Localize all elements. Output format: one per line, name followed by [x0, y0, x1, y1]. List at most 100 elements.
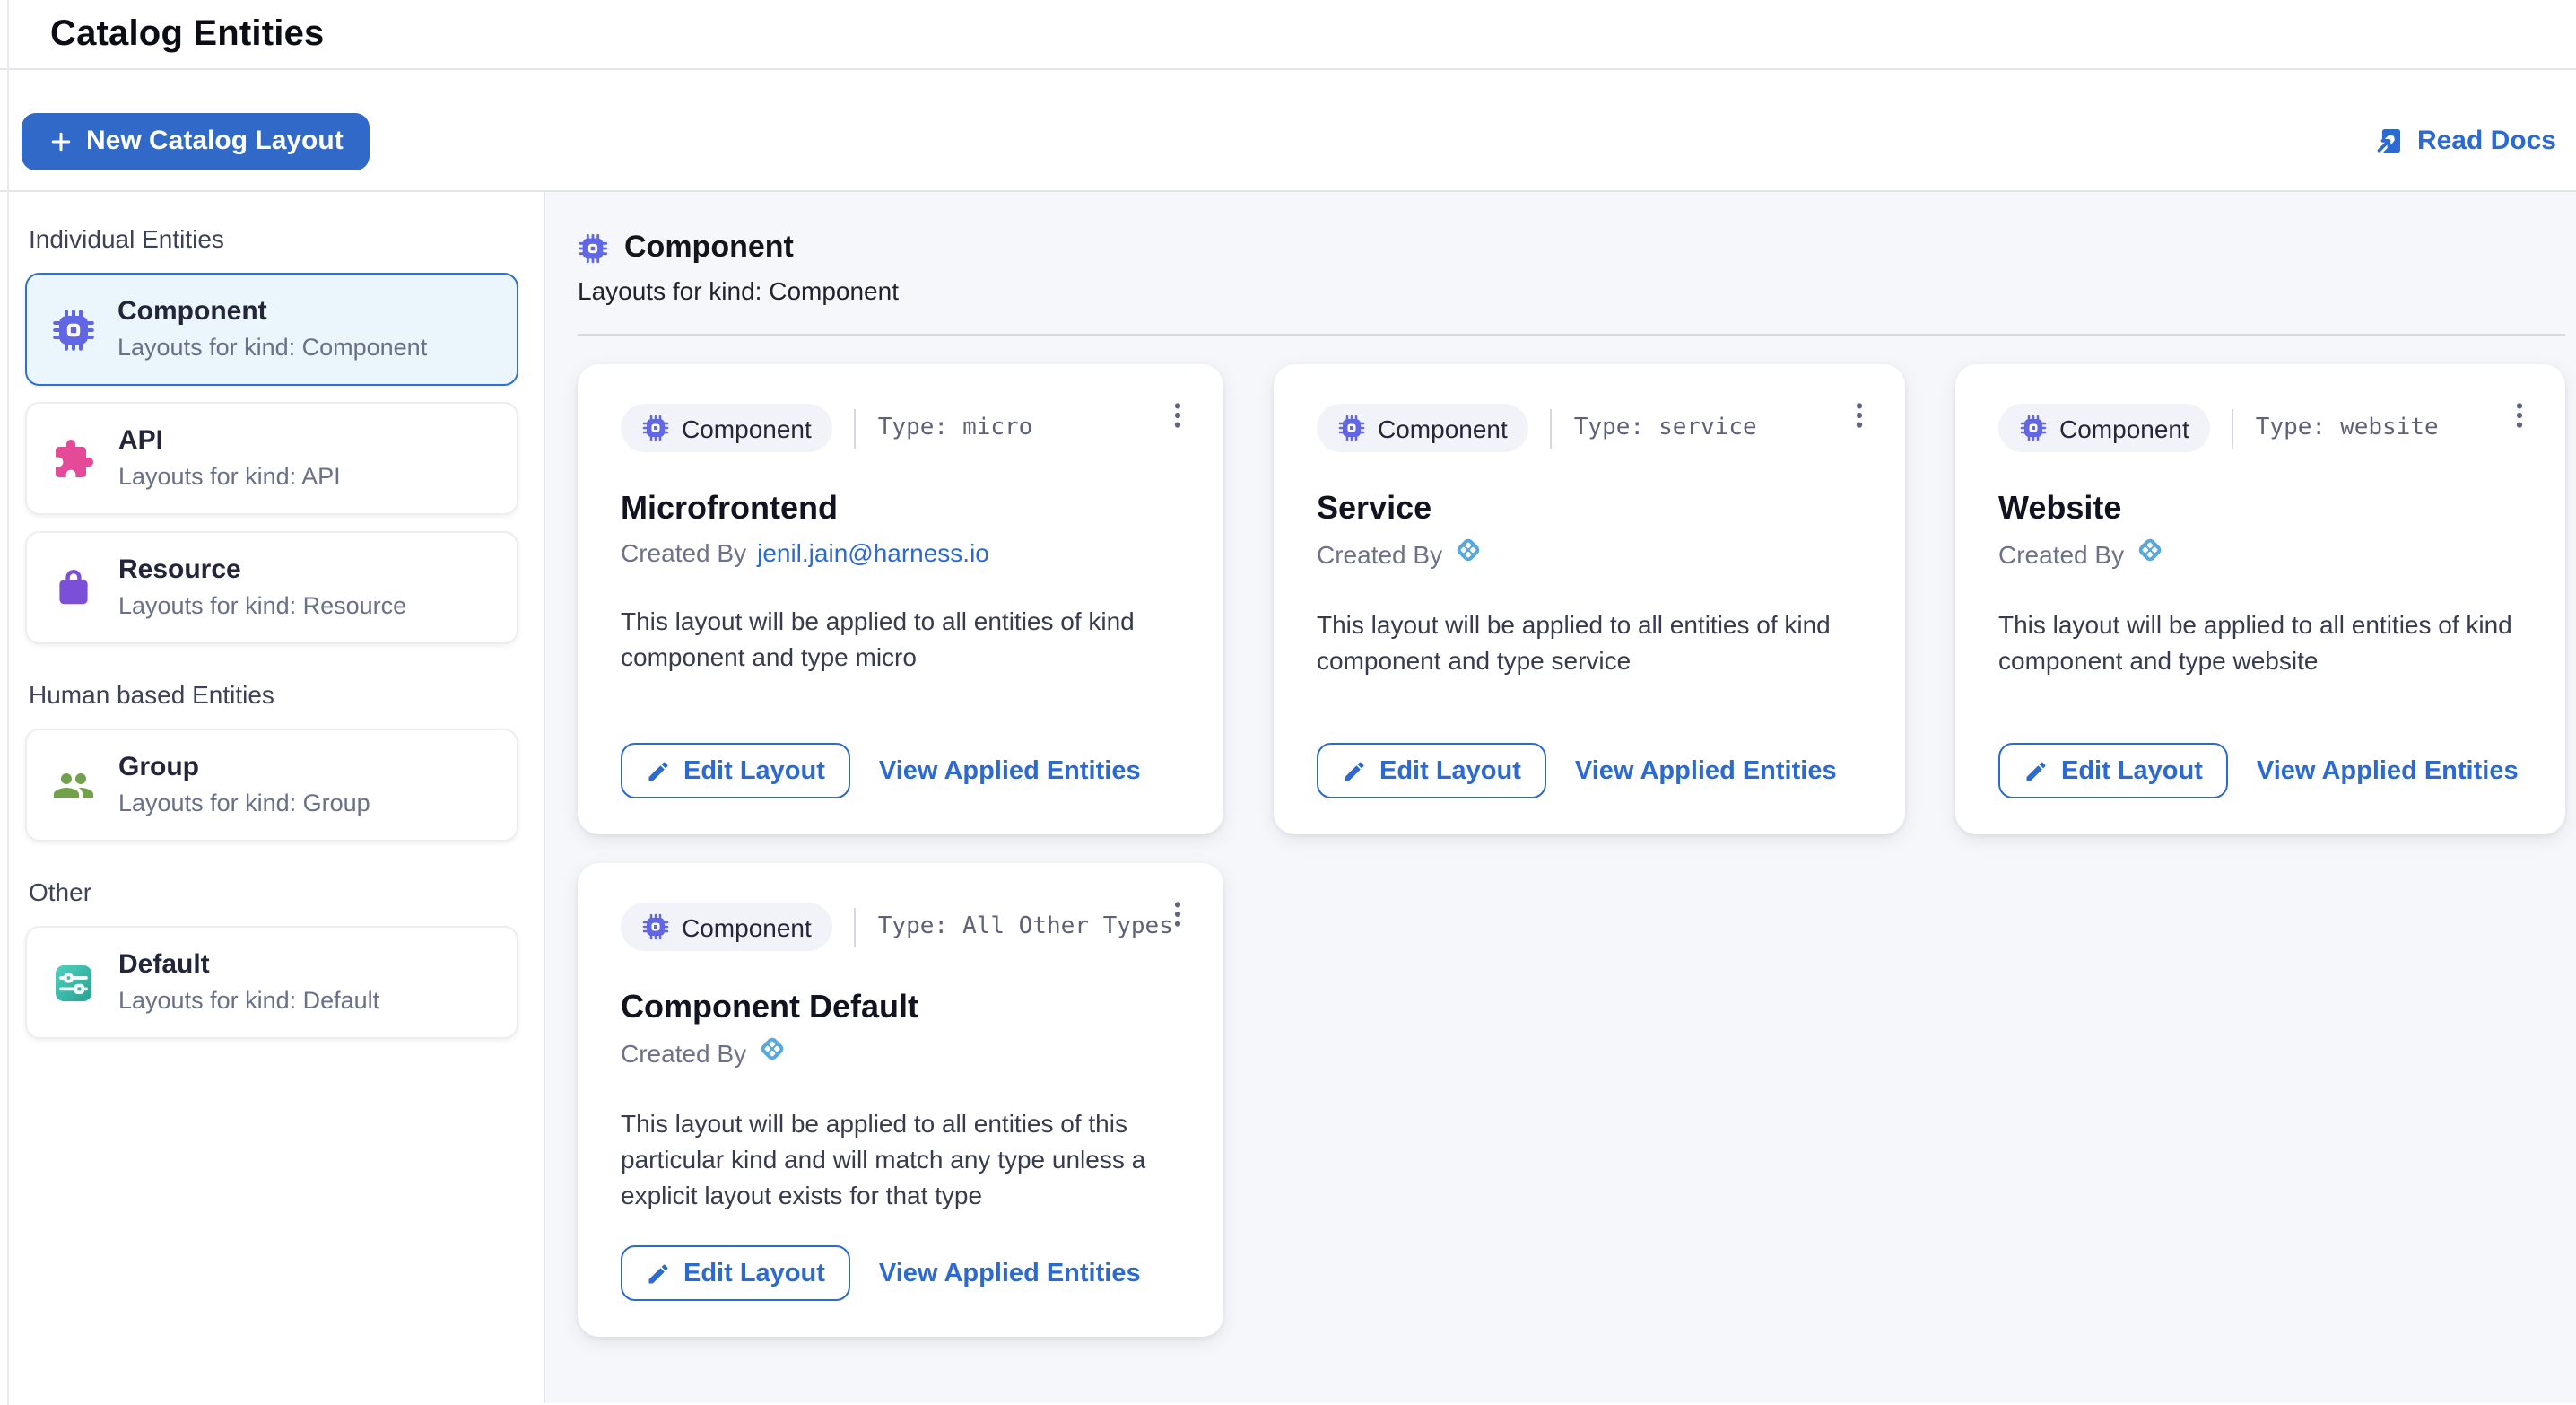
pencil-icon — [646, 1261, 671, 1286]
creator-slot — [1453, 535, 1484, 574]
main-content: Component Layouts for kind: Component Co… — [545, 192, 2576, 1403]
card-badge-row: Component Type: website — [1998, 404, 2522, 452]
creator-slot — [757, 1034, 788, 1073]
sidebar-item-resource[interactable]: Resource Layouts for kind: Resource — [25, 531, 518, 644]
type-label: Type: — [878, 415, 948, 441]
card-actions: Edit Layout View Applied Entities — [1998, 711, 2522, 798]
sidebar-section-label-individual-entities: Individual Entities — [29, 224, 515, 255]
card-badge-row: Component Type: All Other Types — [621, 903, 1180, 951]
card-menu-button[interactable] — [2497, 389, 2540, 440]
card-description: This layout will be applied to all entit… — [621, 1105, 1180, 1213]
edit-layout-button[interactable]: Edit Layout — [621, 1245, 850, 1301]
kind-badge: Component — [621, 903, 833, 951]
sidebar-section-label-other: Other — [29, 877, 515, 908]
edit-layout-button[interactable]: Edit Layout — [1998, 743, 2228, 798]
layout-cards-grid: Component Type: micro Microfrontend Crea… — [578, 364, 2565, 1337]
pencil-icon-slot — [2023, 758, 2049, 783]
harness-logo-icon-slot — [2135, 535, 2165, 565]
card-actions: Edit Layout View Applied Entities — [1317, 711, 1862, 798]
view-applied-entities-link[interactable]: View Applied Entities — [879, 1259, 1141, 1287]
kebab-icon-slot — [1162, 898, 1192, 929]
card-title: Microfrontend — [621, 488, 1180, 528]
sidebar-item-api[interactable]: API Layouts for kind: API — [25, 402, 518, 515]
sidebar-item-component[interactable]: Component Layouts for kind: Component — [25, 273, 518, 386]
created-by-row: Created By — [621, 1034, 1180, 1073]
pencil-icon — [646, 758, 671, 783]
card-title: Component Default — [621, 987, 1180, 1026]
type-text: Type: All Other Types — [855, 907, 1173, 947]
main-header-icon-slot — [578, 232, 608, 263]
kebab-icon — [1162, 898, 1192, 929]
harness-logo-icon-slot — [1453, 535, 1484, 565]
kebab-icon-slot — [1162, 399, 1192, 430]
type-value: website — [2340, 415, 2439, 441]
type-value: micro — [962, 415, 1032, 441]
edit-layout-label: Edit Layout — [2061, 756, 2203, 785]
created-by-label: Created By — [621, 535, 746, 571]
page-title: Catalog Entities — [50, 13, 324, 55]
harness-logo-icon — [1453, 535, 1484, 565]
badge-icon-slot — [642, 913, 669, 940]
card-title: Service — [1317, 488, 1862, 528]
edit-layout-button[interactable]: Edit Layout — [1317, 743, 1546, 798]
sidebar-item-text: Group Layouts for kind: Group — [118, 752, 370, 818]
card-actions: Edit Layout View Applied Entities — [621, 711, 1180, 798]
read-docs-label: Read Docs — [2417, 126, 2556, 156]
kind-badge: Component — [1998, 404, 2211, 452]
edit-layout-label: Edit Layout — [683, 1259, 825, 1287]
created-by-label: Created By — [621, 1035, 746, 1071]
card-menu-button[interactable] — [1837, 389, 1880, 440]
component-chip-icon — [2020, 415, 2047, 441]
component-chip-icon — [642, 913, 669, 940]
default-sliders-icon — [52, 961, 95, 1004]
new-catalog-layout-button[interactable]: New Catalog Layout — [22, 112, 370, 170]
entity-icon-slot — [52, 437, 95, 480]
kebab-icon — [1162, 399, 1192, 430]
view-applied-entities-link[interactable]: View Applied Entities — [879, 756, 1141, 785]
read-docs-link[interactable]: Read Docs — [2374, 126, 2556, 156]
entity-icon-slot — [52, 764, 95, 807]
sidebar-item-text: API Layouts for kind: API — [118, 425, 341, 492]
harness-logo-icon-slot — [757, 1034, 788, 1064]
created-by-row: Created By — [1998, 535, 2522, 574]
card-description: This layout will be applied to all entit… — [621, 603, 1180, 675]
pencil-icon-slot — [1342, 758, 1367, 783]
component-chip-icon — [642, 415, 669, 441]
harness-logo-icon — [757, 1034, 788, 1064]
sidebar-item-title: Component — [117, 296, 427, 328]
entity-icon-slot — [51, 308, 94, 351]
sidebar-item-default[interactable]: Default Layouts for kind: Default — [25, 926, 518, 1039]
card-badge-row: Component Type: micro — [621, 404, 1180, 452]
sidebar-item-title: API — [118, 425, 341, 458]
sidebar-item-group[interactable]: Group Layouts for kind: Group — [25, 729, 518, 842]
view-applied-entities-link[interactable]: View Applied Entities — [2257, 756, 2519, 785]
type-text: Type: website — [2232, 408, 2439, 448]
kind-badge-label: Component — [1378, 414, 1508, 442]
edit-layout-label: Edit Layout — [683, 756, 825, 785]
created-by-label: Created By — [1998, 537, 2124, 572]
plus-icon — [48, 128, 74, 153]
main-header-subtitle: Layouts for kind: Component — [578, 275, 2576, 309]
component-chip-icon — [51, 308, 94, 351]
edit-layout-button[interactable]: Edit Layout — [621, 743, 850, 798]
type-label: Type: — [878, 913, 948, 940]
catalog-entities-page: Catalog Entities New Catalog Layout Read… — [0, 0, 2576, 1405]
creator-email-link[interactable]: jenil.jain@harness.io — [757, 538, 989, 567]
entity-icon-slot — [52, 566, 95, 609]
card-description: This layout will be applied to all entit… — [1317, 607, 1862, 678]
entity-icon-slot — [52, 961, 95, 1004]
type-text: Type: micro — [855, 408, 1033, 448]
badge-icon-slot — [1338, 415, 1365, 441]
toolbar: New Catalog Layout Read Docs — [0, 70, 2576, 192]
sidebar-item-title: Group — [118, 752, 370, 784]
card-menu-button[interactable] — [1155, 389, 1198, 440]
pencil-icon — [2023, 758, 2049, 783]
layout-card-component-default: Component Type: All Other Types Componen… — [578, 863, 1223, 1337]
view-applied-entities-link[interactable]: View Applied Entities — [1575, 756, 1837, 785]
new-catalog-layout-label: New Catalog Layout — [86, 126, 344, 156]
component-chip-icon — [1338, 415, 1365, 441]
kebab-icon — [2503, 399, 2534, 430]
card-menu-button[interactable] — [1155, 888, 1198, 938]
card-description: This layout will be applied to all entit… — [1998, 607, 2522, 678]
badge-icon-slot — [642, 415, 669, 441]
